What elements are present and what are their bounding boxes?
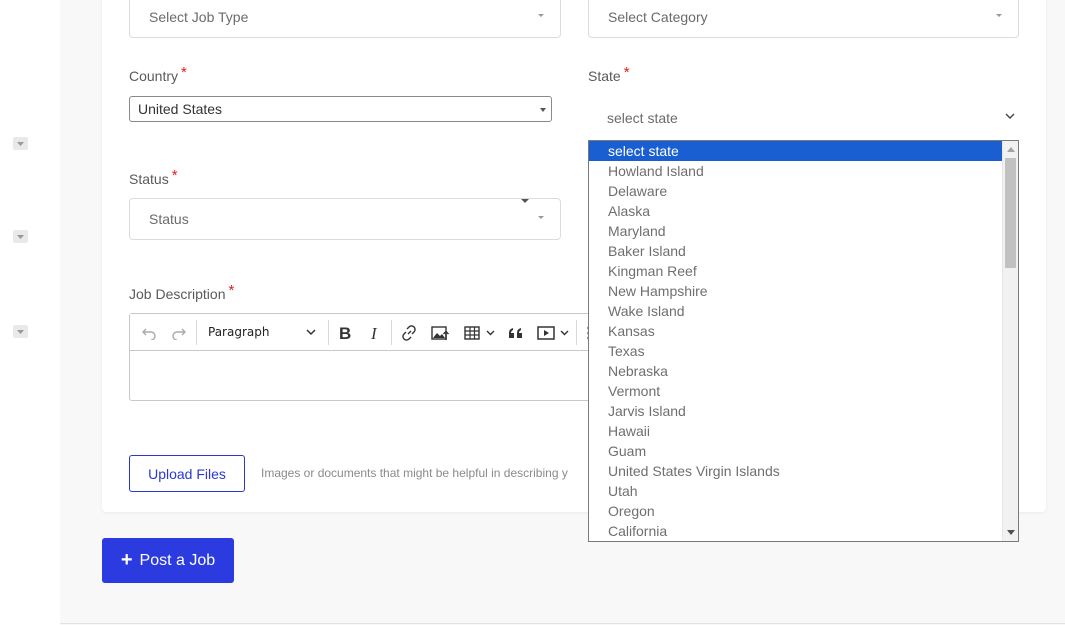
scroll-up-icon[interactable] <box>1007 147 1015 152</box>
country-select[interactable]: United States <box>129 96 552 122</box>
state-option[interactable]: Texas <box>589 341 1003 361</box>
dropdown-scrollbar[interactable] <box>1002 141 1018 541</box>
toolbar-divider <box>328 320 329 345</box>
undo-icon[interactable] <box>138 314 160 351</box>
state-option[interactable]: Wake Island <box>589 301 1003 321</box>
svg-text:I: I <box>370 325 378 341</box>
country-value: United States <box>138 101 223 117</box>
state-option[interactable]: Alaska <box>589 201 1003 221</box>
chevron-down-icon <box>996 14 1002 17</box>
chevron-down-icon <box>17 141 24 146</box>
state-option[interactable]: Guam <box>589 441 1003 461</box>
chevron-down-icon <box>17 234 24 239</box>
state-option[interactable]: Utah <box>589 481 1003 501</box>
state-option[interactable]: Kansas <box>589 321 1003 341</box>
job-description-editor[interactable]: Paragraph B I <box>129 313 599 401</box>
sidebar-collapse-toggle-1[interactable] <box>13 137 28 150</box>
state-option[interactable]: United States Virgin Islands <box>589 461 1003 481</box>
upload-files-label: Upload Files <box>148 465 226 482</box>
category-placeholder: Select Category <box>608 9 708 25</box>
state-option[interactable]: California <box>589 521 1003 541</box>
required-mark: * <box>623 64 630 81</box>
upload-files-button[interactable]: Upload Files <box>129 455 245 492</box>
chevron-down-icon <box>538 14 544 17</box>
job-type-placeholder: Select Job Type <box>149 9 249 25</box>
state-option[interactable]: Howland Island <box>589 161 1003 181</box>
upload-hint: Images or documents that might be helpfu… <box>261 466 568 480</box>
toolbar-divider <box>196 320 197 345</box>
svg-text:B: B <box>339 325 351 341</box>
select-arrow-icon <box>521 199 529 203</box>
state-value: select state <box>607 110 678 126</box>
state-select[interactable]: select state <box>588 96 1019 140</box>
chevron-down-icon <box>17 329 24 334</box>
blockquote-icon[interactable] <box>505 314 527 351</box>
required-mark: * <box>228 282 235 299</box>
status-label: Status * <box>129 167 178 187</box>
toolbar-divider <box>576 320 577 345</box>
required-mark: * <box>181 64 187 81</box>
chevron-down-icon <box>304 314 318 351</box>
state-dropdown-list[interactable]: select state Howland Island Delaware Alaska… <box>588 140 1019 542</box>
chevron-down-icon <box>558 314 570 351</box>
category-select[interactable]: Select Category <box>588 0 1019 38</box>
required-mark: * <box>171 167 178 184</box>
job-description-label: Job Description * <box>129 282 235 302</box>
image-upload-icon[interactable] <box>428 314 452 351</box>
bold-icon[interactable]: B <box>334 314 356 351</box>
plus-icon: + <box>120 548 133 571</box>
link-icon[interactable] <box>398 314 420 351</box>
country-label: Country * <box>129 64 187 84</box>
table-icon[interactable] <box>461 314 483 351</box>
state-option[interactable]: Kingman Reef <box>589 261 1003 281</box>
state-option[interactable]: select state <box>589 141 1003 161</box>
state-option[interactable]: Jarvis Island <box>589 401 1003 421</box>
heading-value: Paragraph <box>208 325 270 339</box>
scroll-down-icon[interactable] <box>1007 530 1015 535</box>
state-option[interactable]: Nebraska <box>589 361 1003 381</box>
job-type-select[interactable]: Select Job Type <box>129 0 561 38</box>
state-option[interactable]: Maryland <box>589 221 1003 241</box>
status-placeholder: Status <box>149 211 189 227</box>
state-options: select state Howland Island Delaware Alaska… <box>589 141 1003 541</box>
toolbar-divider <box>391 320 392 345</box>
state-option[interactable]: Hawaii <box>589 421 1003 441</box>
chevron-down-icon <box>540 108 546 112</box>
post-job-label: Post a Job <box>139 551 216 569</box>
scrollbar-thumb[interactable] <box>1005 158 1016 268</box>
chevron-down-icon <box>484 314 496 351</box>
post-job-button[interactable]: + Post a Job <box>102 538 234 583</box>
state-label: State * <box>588 64 630 84</box>
state-option[interactable]: New Hampshire <box>589 281 1003 301</box>
state-option[interactable]: Delaware <box>589 181 1003 201</box>
state-option[interactable]: Oregon <box>589 501 1003 521</box>
editor-toolbar: Paragraph B I <box>130 314 598 351</box>
sidebar-collapse-toggle-3[interactable] <box>13 325 28 338</box>
divider <box>60 623 1065 624</box>
state-option[interactable]: Baker Island <box>589 241 1003 261</box>
media-embed-icon[interactable] <box>535 314 557 351</box>
heading-dropdown[interactable]: Paragraph <box>208 314 269 351</box>
redo-icon[interactable] <box>168 314 190 351</box>
status-select[interactable]: Status <box>129 198 561 240</box>
chevron-down-icon <box>1005 113 1015 119</box>
sidebar-collapse-toggle-2[interactable] <box>13 230 28 243</box>
chevron-down-icon <box>538 216 544 219</box>
state-option[interactable]: Vermont <box>589 381 1003 401</box>
italic-icon[interactable]: I <box>365 314 385 351</box>
sidebar <box>0 0 60 625</box>
